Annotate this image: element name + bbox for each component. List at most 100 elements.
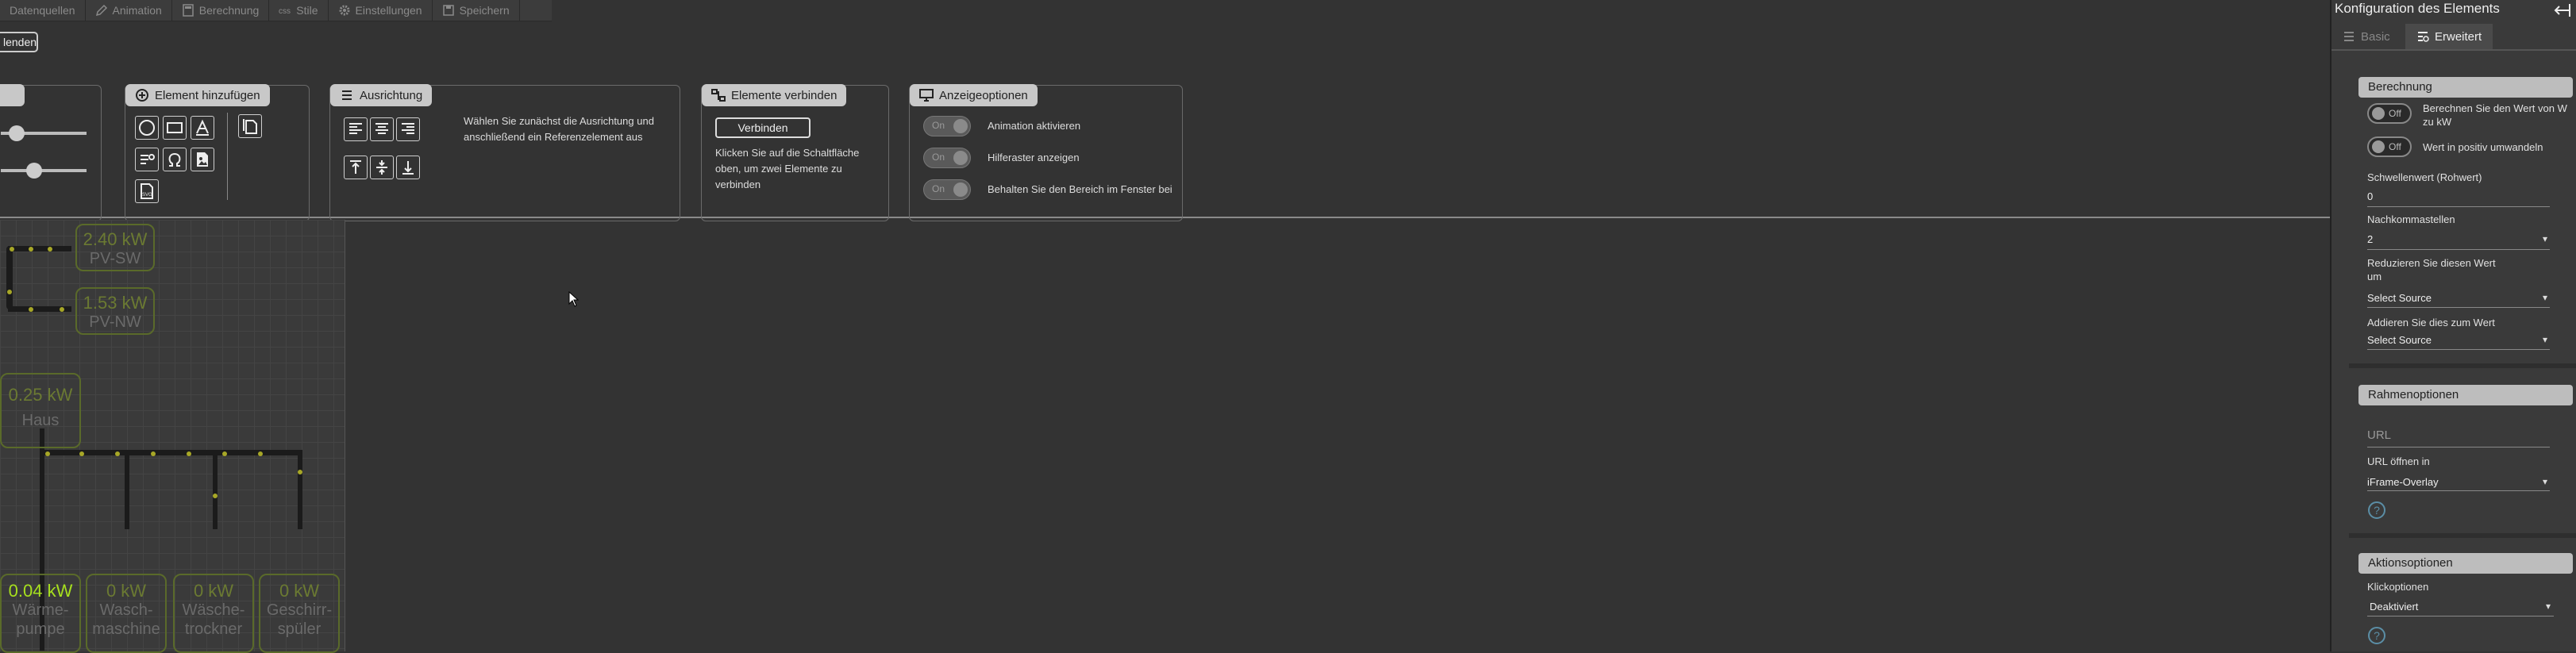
click-options-select[interactable]: Deaktiviert	[2370, 601, 2552, 613]
tile-haus[interactable]: 0.25 kW Haus	[0, 373, 81, 448]
help-icon[interactable]: ?	[2368, 501, 2385, 519]
add-image-button[interactable]	[191, 148, 214, 171]
watt-to-kw-label: Berechnen Sie den Wert von W zu kW	[2423, 102, 2567, 128]
add-value-button[interactable]	[135, 148, 159, 171]
threshold-label: Schwellenwert (Rohwert)	[2367, 171, 2482, 183]
add-circle-icon	[136, 89, 148, 102]
align-top-button[interactable]	[344, 156, 368, 179]
url-open-label: URL öffnen in	[2367, 455, 2430, 467]
animation-toggle[interactable]: On	[923, 116, 971, 136]
slider-2-handle[interactable]	[26, 163, 42, 179]
reduce-label: Reduzieren Sie diesen Wert um	[2367, 257, 2496, 282]
tile-waeschetrockner[interactable]: 0 kW Wäsche- trockner	[173, 574, 254, 653]
text-icon	[196, 119, 209, 136]
connect-button[interactable]: Verbinden	[715, 117, 811, 138]
align-top-icon	[350, 160, 361, 174]
watt-to-kw-toggle[interactable]: Off	[2367, 103, 2412, 124]
svg-file-icon: SVG	[141, 183, 153, 199]
add-circle-button[interactable]	[135, 116, 159, 140]
section-aktionsoptionen[interactable]: Aktionsoptionen	[2358, 553, 2573, 574]
tab-berechnung[interactable]: Berechnung	[172, 0, 270, 21]
tile-pv-sw[interactable]: 2.40 kW PV-SW	[75, 224, 155, 271]
animation-toggle-label: Animation aktivieren	[988, 120, 1081, 132]
make-positive-label: Wert in positiv umwandeln	[2423, 141, 2543, 153]
flow-dot	[45, 451, 50, 456]
chevron-down-icon: ▾	[2543, 476, 2548, 487]
partial-left-button[interactable]: lenden	[0, 32, 38, 52]
url-open-select[interactable]: iFrame-Overlay	[2367, 476, 2550, 488]
make-positive-toggle[interactable]: Off	[2367, 136, 2412, 157]
section-berechnung[interactable]: Berechnung	[2358, 77, 2573, 98]
connect-group: Elemente verbinden Verbinden Klicken Sie…	[701, 84, 889, 221]
tile-waschmaschine[interactable]: 0 kW Wasch- maschine	[86, 574, 167, 653]
tab-basic[interactable]: Basic	[2331, 24, 2401, 49]
tab-speichern[interactable]: Speichern	[433, 0, 520, 21]
align-center-button[interactable]	[370, 117, 394, 141]
flow-dot	[48, 247, 52, 252]
display-options-header: Anzeigeoptionen	[910, 84, 1038, 106]
align-right-button[interactable]	[396, 117, 420, 141]
tile-waermepumpe[interactable]: 0.04 kW Wärme- pumpe	[0, 574, 81, 653]
align-middle-button[interactable]	[370, 156, 394, 179]
chevron-down-icon: ▾	[2546, 601, 2551, 612]
flow-dot	[29, 247, 33, 252]
add-label: Addieren Sie dies zum Wert	[2367, 317, 2495, 328]
add-element-header: Element hinzufügen	[125, 84, 270, 106]
svg-text:SVG: SVG	[142, 193, 152, 198]
add-svg-button[interactable]: SVG	[135, 179, 159, 203]
flow-dot	[187, 451, 191, 456]
tab-datenquellen[interactable]: Datenquellen	[0, 0, 86, 21]
align-right-icon	[402, 123, 414, 134]
flow-dot	[29, 307, 33, 312]
grid-toggle[interactable]: On	[923, 148, 971, 168]
keep-area-toggle[interactable]: On	[923, 179, 971, 200]
align-center-icon	[375, 123, 388, 134]
flow-dot	[222, 451, 227, 456]
align-left-icon	[349, 123, 362, 134]
add-text-button[interactable]	[191, 116, 214, 140]
rectangle-icon	[167, 122, 183, 133]
align-middle-icon	[376, 160, 387, 175]
threshold-input[interactable]: 0	[2367, 190, 2550, 202]
slider-2[interactable]	[1, 169, 87, 172]
list-icon	[342, 90, 352, 100]
tile-geschirrspueler[interactable]: 0 kW Geschirr- spüler	[259, 574, 340, 653]
flow-dot	[7, 290, 12, 294]
collapse-panel-icon[interactable]	[2552, 2, 2573, 19]
add-symbol-button[interactable]	[163, 148, 187, 171]
top-tab-bar: Datenquellen Animation Berechnung css St…	[0, 0, 552, 21]
section-divider	[2349, 363, 2576, 368]
wire-pv-loop	[6, 246, 13, 309]
add-rectangle-button[interactable]	[163, 116, 187, 140]
alignment-header: Ausrichtung	[330, 84, 433, 106]
flow-dot	[298, 470, 302, 474]
omega-icon	[168, 152, 181, 167]
section-rahmenoptionen[interactable]: Rahmenoptionen	[2358, 385, 2573, 405]
slider-group	[0, 84, 102, 221]
tab-erweitert[interactable]: Erweitert	[2405, 24, 2493, 49]
tab-einstellungen[interactable]: Einstellungen	[329, 0, 433, 21]
flow-dot	[151, 451, 156, 456]
add-page-button[interactable]	[238, 114, 262, 138]
value-list-icon	[141, 154, 155, 164]
flow-dot	[258, 451, 263, 456]
chevron-down-icon: ▾	[2543, 292, 2548, 303]
decimals-select[interactable]: 2	[2367, 233, 2550, 245]
help-icon[interactable]: ?	[2368, 627, 2385, 644]
tile-pv-nw[interactable]: 1.53 kW PV-NW	[75, 287, 155, 335]
element-config-panel: Konfiguration des Elements Basic Erweite…	[2330, 0, 2576, 651]
section-divider	[2349, 533, 2576, 538]
align-bottom-button[interactable]	[396, 156, 420, 179]
save-icon	[442, 5, 454, 16]
reduce-select[interactable]: Select Source	[2367, 292, 2550, 304]
url-input[interactable]: URL	[2367, 428, 2550, 442]
chevron-down-icon: ▾	[2543, 233, 2548, 244]
align-left-button[interactable]	[344, 117, 368, 141]
add-select[interactable]: Select Source	[2367, 334, 2550, 346]
editor-canvas[interactable]: 2.40 kW PV-SW 1.53 kW PV-NW 0.25 kW Haus 0.…	[0, 220, 345, 653]
page-copy-icon	[243, 119, 257, 134]
tab-stile[interactable]: css Stile	[269, 0, 329, 21]
tab-animation[interactable]: Animation	[86, 0, 172, 21]
slider-1-handle[interactable]	[9, 125, 25, 141]
pencil-icon	[95, 4, 107, 17]
